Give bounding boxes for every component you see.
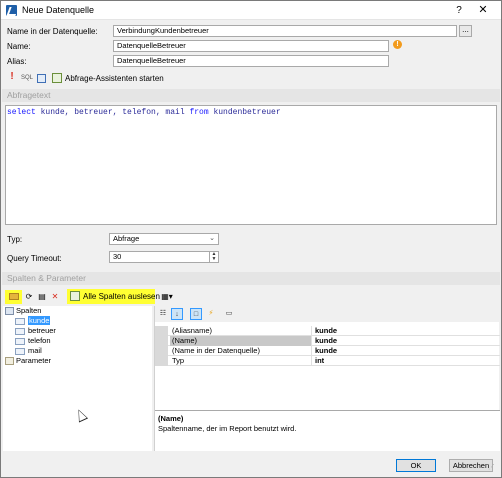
help-button[interactable]: ? [452, 4, 466, 17]
spinner-arrows-icon[interactable]: ▲ ▼ [209, 252, 218, 262]
column-icon [15, 347, 25, 355]
timeout-stepper[interactable]: 30 ▲ ▼ [109, 251, 219, 263]
property-name: (Name in der Datenquelle) [170, 346, 312, 356]
parameter-icon [5, 357, 14, 366]
query-token-table: kundenbetreuer [208, 108, 281, 117]
browse-button[interactable]: ... [459, 25, 472, 37]
query-editor-icon[interactable] [37, 74, 46, 83]
delete-icon[interactable]: ✕ [49, 291, 61, 303]
sort-alphabetical-icon[interactable]: ↓ [171, 308, 183, 320]
properties-icon[interactable]: □ [190, 308, 202, 320]
grid-dropdown-icon[interactable]: ▦▾ [159, 291, 175, 303]
property-name: Typ [170, 356, 312, 366]
cancel-button[interactable]: Abbrechen [449, 459, 493, 472]
query-token-from: from [189, 108, 209, 117]
property-row[interactable]: (Aliasname) kunde [155, 326, 500, 336]
property-row[interactable]: (Name) kunde [155, 336, 500, 346]
type-label: Typ: [7, 235, 23, 244]
property-row[interactable]: Typ int [155, 356, 500, 366]
close-button[interactable]: ✕ [476, 4, 490, 17]
property-value: int [315, 356, 325, 365]
property-name: (Aliasname) [170, 326, 312, 336]
columns-tree: Spalten kunde betreuer telefon mail Para… [3, 306, 152, 451]
property-pages-icon[interactable]: ▭ [223, 308, 235, 320]
ok-button[interactable]: OK [396, 459, 436, 472]
app-icon [6, 5, 17, 16]
wizard-icon[interactable] [52, 73, 62, 83]
tree-node-columns-label: Spalten [16, 306, 42, 315]
property-panel: ☷ ↓ □ ⚡ ▭ (Aliasname) kunde (Name) kunde… [154, 306, 500, 451]
tree-item-kunde[interactable]: kunde [3, 316, 152, 326]
column-icon [15, 317, 25, 325]
query-section-header: Abfragetext [2, 89, 500, 102]
property-value: kunde [315, 346, 338, 355]
tree-item-label: kunde [28, 316, 51, 325]
tree-item-mail[interactable]: mail [3, 346, 152, 356]
name-field[interactable]: DatenquelleBetreuer [113, 40, 389, 52]
column-icon [15, 337, 25, 345]
tree-node-columns[interactable]: Spalten [3, 306, 152, 316]
alias-label: Alias: [7, 57, 27, 66]
type-select-value: Abfrage [113, 234, 140, 243]
query-token-select: select [7, 108, 36, 117]
columns-icon [70, 291, 80, 301]
property-toolbar: ☷ ↓ □ ⚡ ▭ [155, 306, 500, 322]
name-label: Name: [7, 42, 31, 51]
alias-field[interactable]: DatenquelleBetreuer [113, 55, 389, 67]
read-all-columns-label: Alle Spalten auslesen [83, 292, 160, 301]
tree-item-telefon[interactable]: telefon [3, 336, 152, 346]
table-icon [5, 307, 14, 316]
property-description: (Name) Spaltenname, der im Report benutz… [155, 410, 500, 451]
dialog-window: Neue Datenquelle ? ✕ Name in der Datenqu… [0, 0, 502, 478]
read-all-columns-button[interactable]: Alle Spalten auslesen [67, 289, 160, 304]
property-grid: (Aliasname) kunde (Name) kunde (Name in … [155, 326, 500, 366]
tree-node-parameters-label: Parameter [16, 356, 52, 365]
tree-item-label: telefon [28, 336, 51, 345]
title-bar: Neue Datenquelle ? ✕ [1, 1, 501, 20]
column-icon [15, 327, 25, 335]
tree-item-label: mail [28, 346, 42, 355]
warning-icon: ! [393, 40, 402, 49]
categorized-icon[interactable]: ☷ [157, 308, 169, 320]
description-title: (Name) [158, 414, 184, 423]
columns-section-header: Spalten & Parameter [2, 272, 500, 285]
query-editor[interactable]: select kunde, betreuer, telefon, mail fr… [5, 105, 497, 225]
resize-grip-icon[interactable]: ⋰ [488, 464, 495, 471]
timeout-value: 30 [113, 252, 122, 261]
property-name: (Name) [170, 336, 312, 346]
tree-item-label: betreuer [28, 326, 56, 335]
property-value: kunde [315, 326, 338, 335]
assistant-link[interactable]: Abfrage-Assistenten starten [65, 74, 164, 83]
sql-icon[interactable]: SQL [21, 73, 33, 83]
run-query-icon[interactable]: ! [7, 72, 17, 82]
tree-node-parameters[interactable]: Parameter [3, 356, 152, 366]
events-icon[interactable]: ⚡ [205, 308, 217, 320]
description-text: Spaltenname, der im Report benutzt wird. [158, 424, 297, 433]
tree-item-betreuer[interactable]: betreuer [3, 326, 152, 336]
window-title: Neue Datenquelle [22, 5, 95, 15]
timeout-label: Query Timeout: [7, 254, 62, 263]
chevron-down-icon: ⌄ [209, 235, 215, 242]
name-in-source-field[interactable]: VerbindungKundenbetreuer [113, 25, 457, 37]
property-value: kunde [315, 336, 338, 345]
refresh-icon[interactable]: ⟳ [23, 291, 35, 303]
add-column-icon[interactable]: ▤ [36, 291, 48, 303]
query-token-columns: kunde, betreuer, telefon, mail [35, 108, 190, 117]
open-folder-icon[interactable] [5, 290, 22, 304]
type-select[interactable]: Abfrage ⌄ [109, 233, 219, 245]
name-in-source-label: Name in der Datenquelle: [7, 27, 98, 36]
property-row[interactable]: (Name in der Datenquelle) kunde [155, 346, 500, 356]
